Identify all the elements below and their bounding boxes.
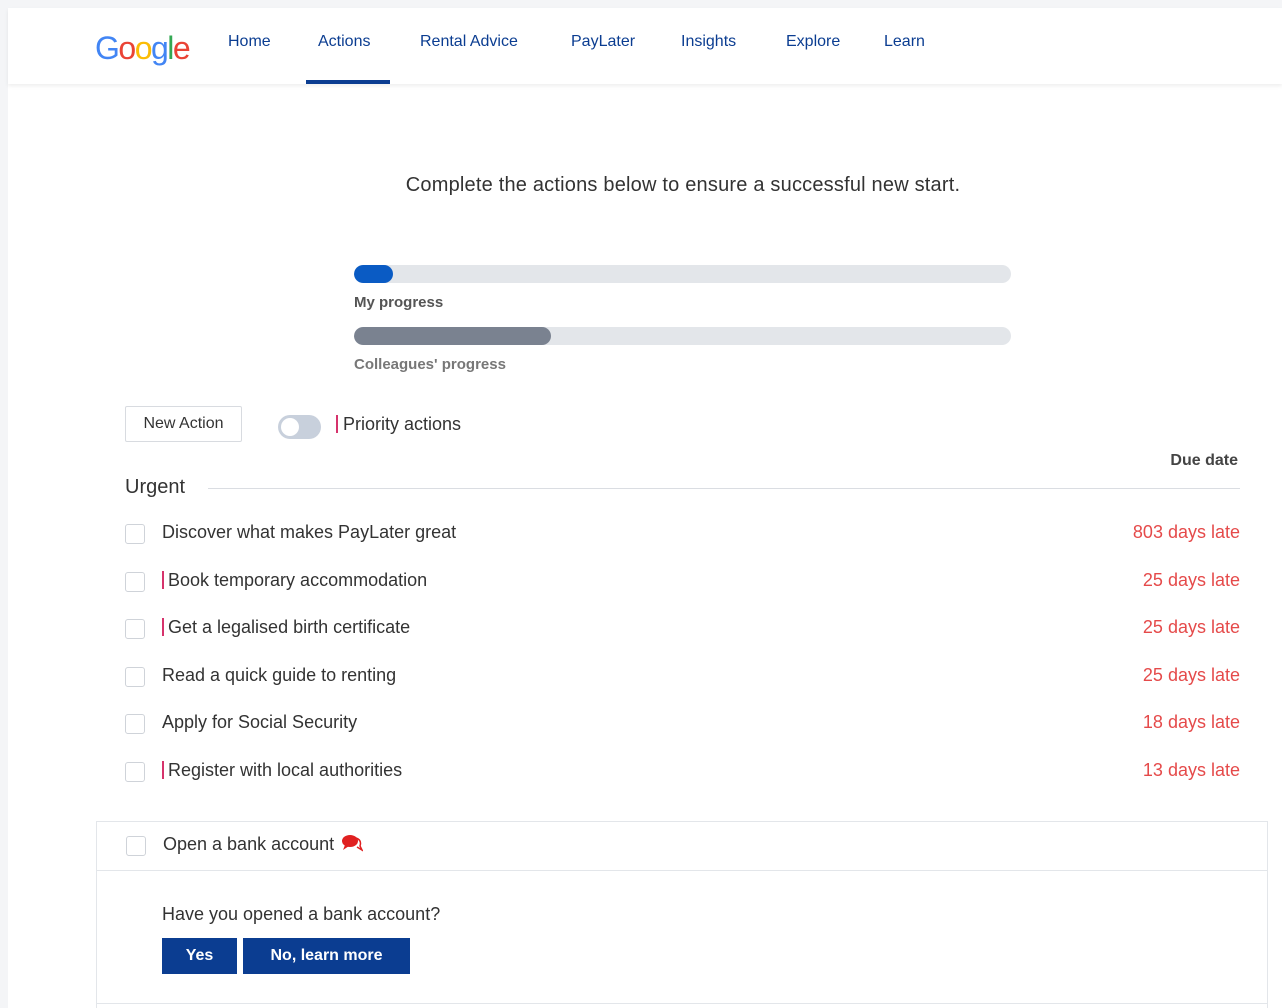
toggle-knob	[281, 418, 299, 436]
action-row[interactable]: Register with local authorities 13 days …	[125, 758, 1240, 788]
nav-actions[interactable]: Actions	[318, 32, 370, 52]
task-checkbox[interactable]	[125, 762, 145, 782]
section-divider	[208, 488, 1240, 489]
task-label: Read a quick guide to renting	[162, 665, 396, 686]
my-progress-label: My progress	[354, 294, 444, 311]
no-learn-more-button[interactable]: No, learn more	[243, 938, 410, 974]
yes-button[interactable]: Yes	[162, 938, 237, 974]
due-status: 18 days late	[1142, 712, 1240, 732]
expanded-action-card: Open a bank account Have you opened a ba…	[96, 821, 1268, 1008]
due-status: 25 days late	[1142, 570, 1240, 590]
task-text: Discover what makes PayLater great	[162, 522, 457, 542]
task-text: Read a quick guide to renting	[162, 665, 397, 685]
logo-letter: o	[118, 30, 136, 66]
chat-bubble-icon[interactable]	[341, 834, 364, 852]
colleagues-progress-bar	[354, 327, 1011, 345]
task-checkbox[interactable]	[125, 667, 145, 687]
task-checkbox[interactable]	[125, 619, 145, 639]
colleagues-progress-fill	[354, 327, 552, 345]
task-text: Register with local authorities	[168, 760, 403, 780]
bank-account-question: Have you opened a bank account?	[162, 904, 441, 924]
task-label: Discover what makes PayLater great	[162, 522, 456, 543]
due-status: 25 days late	[1142, 617, 1240, 637]
priority-marker	[162, 618, 164, 636]
task-text: Get a legalised birth certificate	[168, 617, 411, 637]
page: Google Home Actions Rental Advice PayLat…	[8, 8, 1282, 1008]
action-row[interactable]: Read a quick guide to renting 25 days la…	[125, 663, 1240, 693]
nav-learn[interactable]: Learn	[884, 32, 925, 52]
expanded-action-header[interactable]: Open a bank account	[97, 822, 1267, 871]
nav-insights[interactable]: Insights	[681, 32, 736, 52]
due-status: 13 days late	[1142, 760, 1240, 780]
my-progress-bar	[354, 265, 1011, 283]
intro-text: Complete the actions below to ensure a s…	[405, 174, 961, 196]
due-status: 803 days late	[1132, 522, 1240, 542]
action-row[interactable]: Apply for Social Security 18 days late	[125, 710, 1240, 740]
logo-letter: e	[172, 30, 191, 66]
task-label: Get a legalised birth certificate	[162, 617, 410, 638]
priority-marker	[162, 761, 164, 779]
action-row[interactable]: Book temporary accommodation 25 days lat…	[125, 568, 1240, 598]
top-nav: Google Home Actions Rental Advice PayLat…	[8, 8, 1282, 84]
nav-rental-advice[interactable]: Rental Advice	[420, 32, 518, 52]
card-divider	[97, 1003, 1267, 1004]
task-checkbox[interactable]	[125, 714, 145, 734]
task-text: Book temporary accommodation	[168, 570, 428, 590]
task-label: Open a bank account	[163, 834, 364, 855]
section-title-urgent: Urgent	[125, 476, 186, 498]
nav-explore[interactable]: Explore	[786, 32, 840, 52]
task-label: Register with local authorities	[162, 760, 402, 781]
task-text: Open a bank account	[163, 834, 335, 854]
task-text: Apply for Social Security	[162, 712, 358, 732]
logo-letter: G	[95, 30, 120, 66]
my-progress-fill	[354, 265, 394, 283]
priority-toggle[interactable]	[278, 415, 321, 439]
priority-marker	[162, 571, 164, 589]
priority-actions-label: Priority actions	[336, 414, 461, 435]
colleagues-progress-label: Colleagues' progress	[354, 356, 506, 373]
nav-paylater[interactable]: PayLater	[571, 32, 635, 52]
task-checkbox[interactable]	[125, 524, 145, 544]
task-checkbox[interactable]	[125, 572, 145, 592]
due-date-header: Due date	[1170, 452, 1238, 469]
nav-home[interactable]: Home	[228, 32, 271, 52]
active-tab-indicator	[306, 80, 390, 84]
task-label: Book temporary accommodation	[162, 570, 427, 591]
task-checkbox[interactable]	[126, 836, 146, 856]
action-row[interactable]: Get a legalised birth certificate 25 day…	[125, 615, 1240, 645]
new-action-button[interactable]: New Action	[125, 406, 242, 442]
logo-letter: o	[134, 30, 153, 66]
google-logo[interactable]: Google	[95, 28, 191, 68]
priority-label-text: Priority actions	[343, 414, 462, 434]
action-row[interactable]: Discover what makes PayLater great 803 d…	[125, 520, 1240, 550]
due-status: 25 days late	[1142, 665, 1240, 685]
logo-letter: g	[150, 30, 169, 66]
priority-marker	[336, 415, 338, 433]
task-label: Apply for Social Security	[162, 712, 357, 733]
